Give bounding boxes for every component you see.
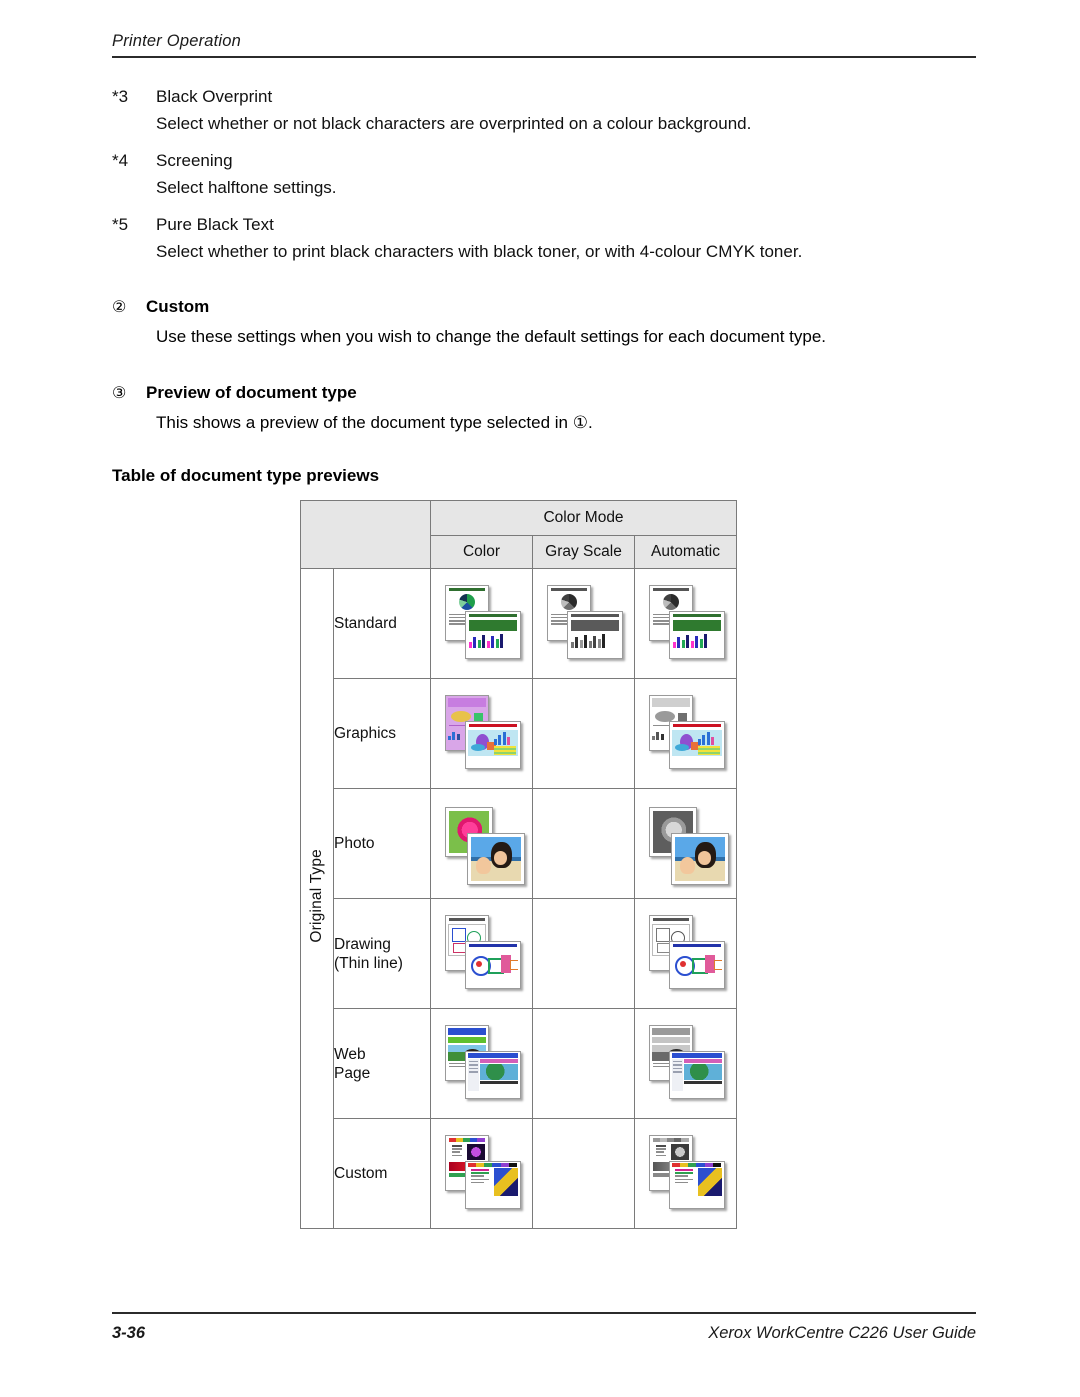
preview-cell-photo-gray-empty	[532, 788, 635, 899]
row-label-line2: (Thin line)	[334, 954, 403, 972]
row-label-web-page: Web Page	[333, 1008, 431, 1119]
section-body-custom: Use these settings when you wish to chan…	[156, 327, 827, 346]
table-row: Custom	[301, 1118, 737, 1229]
preview-cell-graphics-color	[430, 678, 533, 789]
preview-cell-custom-auto	[634, 1118, 737, 1229]
thumbnail-graphics-automatic	[647, 693, 725, 775]
preview-cell-custom-color	[430, 1118, 533, 1229]
footnote-body: Screening Select halftone settings.	[156, 148, 976, 201]
footnote-marker: *5	[112, 215, 129, 234]
preview-cell-drawing-gray-empty	[532, 898, 635, 1009]
preview-cell-photo-auto	[634, 788, 737, 899]
thumbnail-drawing-color	[443, 913, 521, 995]
preview-cell-graphics-auto	[634, 678, 737, 789]
row-label-line1: Standard	[334, 615, 397, 632]
page-header: Printer Operation	[112, 32, 976, 58]
thumbnail-photo-color	[443, 803, 525, 885]
column-group-header: Color Mode	[430, 500, 737, 536]
column-header-gray-scale: Gray Scale	[532, 535, 635, 569]
row-label-line1: Custom	[334, 1165, 388, 1182]
thumbnail-custom-automatic	[647, 1133, 725, 1215]
table-corner-cell	[300, 500, 431, 569]
footnote-item: *5 Pure Black Text Select whether to pri…	[112, 212, 976, 265]
table-row: Photo	[301, 788, 737, 899]
footnote-title: Black Overprint	[156, 87, 273, 106]
footnote-description: Select whether to print black characters…	[156, 241, 803, 261]
row-label-photo: Photo	[333, 788, 431, 899]
footnote-marker: *4	[112, 151, 129, 170]
preview-cell-standard-gray	[532, 568, 635, 679]
thumbnail-standard-automatic	[647, 583, 725, 665]
footnote-body: Pure Black Text Select whether to print …	[156, 212, 976, 265]
page-number: 3-36	[112, 1324, 146, 1342]
footnote-description: Select whether or not black characters a…	[156, 113, 752, 133]
preview-cell-web-color	[430, 1008, 533, 1119]
thumbnail-photo-automatic	[647, 803, 729, 885]
table-row: Original Type Standard	[300, 568, 737, 1229]
guide-title: Xerox WorkCentre C226 User Guide	[708, 1324, 976, 1342]
preview-cell-graphics-gray-empty	[532, 678, 635, 789]
footnote-body: Black Overprint Select whether or not bl…	[156, 84, 976, 137]
preview-cell-standard-auto	[634, 568, 737, 679]
column-header-color: Color	[430, 535, 533, 569]
thumbnail-custom-color	[443, 1133, 521, 1215]
row-label-line1: Web	[334, 1045, 366, 1063]
section-heading-custom: ② Custom	[112, 295, 976, 320]
row-axis-label: Original Type	[308, 849, 325, 943]
footnote-description: Select halftone settings.	[156, 177, 337, 197]
row-label-standard: Standard	[333, 568, 431, 679]
thumbnail-graphics-color	[443, 693, 521, 775]
row-label-custom: Custom	[333, 1118, 431, 1229]
preview-cell-custom-gray-empty	[532, 1118, 635, 1229]
section-body-preview: This shows a preview of the document typ…	[156, 412, 593, 432]
table-row: Drawing (Thin line)	[301, 898, 737, 1009]
thumbnail-standard-color	[443, 583, 521, 665]
row-label-drawing: Drawing (Thin line)	[333, 898, 431, 1009]
footnote-title: Screening	[156, 151, 233, 170]
footnote-item: *3 Black Overprint Select whether or not…	[112, 84, 976, 137]
preview-cell-standard-color	[430, 568, 533, 679]
footnote-marker: *3	[112, 87, 129, 106]
row-label-line1: Graphics	[334, 725, 397, 742]
page-content: *3 Black Overprint Select whether or not…	[112, 84, 976, 492]
thumbnail-standard-gray	[545, 583, 623, 665]
section-heading-preview: ③ Preview of document type	[112, 381, 976, 406]
section-number: ②	[112, 299, 127, 316]
table-header-group-row: Color Mode	[300, 500, 737, 569]
table-caption: Table of document type previews	[112, 466, 380, 485]
footnote-title: Pure Black Text	[156, 215, 274, 234]
preview-cell-photo-color	[430, 788, 533, 899]
table-row: Graphics	[301, 678, 737, 789]
column-header-automatic: Automatic	[634, 535, 737, 569]
section-number: ③	[112, 384, 127, 402]
thumbnail-drawing-automatic	[647, 913, 725, 995]
preview-cell-drawing-auto	[634, 898, 737, 1009]
row-axis-label-cell: Original Type	[300, 568, 334, 1229]
running-head: Printer Operation	[112, 32, 242, 50]
thumbnail-web-page-color	[443, 1023, 521, 1105]
document-type-preview-table-wrap: Color Mode Color Gray Scale Automatic Or…	[300, 500, 737, 1229]
thumbnail-web-page-automatic	[647, 1023, 725, 1105]
header-rule	[112, 56, 976, 58]
row-label-line2: Page	[334, 1064, 371, 1082]
row-label-graphics: Graphics	[333, 678, 431, 789]
section-heading-text: Custom	[146, 297, 210, 316]
row-label-line1: Drawing	[334, 935, 391, 953]
footer-row: 3-36 Xerox WorkCentre C226 User Guide	[112, 1324, 976, 1343]
preview-cell-drawing-color	[430, 898, 533, 1009]
section-heading-text: Preview of document type	[146, 382, 357, 402]
footnote-item: *4 Screening Select halftone settings.	[112, 148, 976, 201]
table-row: Web Page	[301, 1008, 737, 1119]
preview-cell-web-gray-empty	[532, 1008, 635, 1119]
preview-cell-web-auto	[634, 1008, 737, 1119]
row-label-line1: Photo	[334, 835, 375, 852]
page-footer: 3-36 Xerox WorkCentre C226 User Guide	[112, 1312, 976, 1343]
document-type-preview-table: Color Mode Color Gray Scale Automatic Or…	[300, 500, 737, 1229]
footer-rule	[112, 1312, 976, 1314]
